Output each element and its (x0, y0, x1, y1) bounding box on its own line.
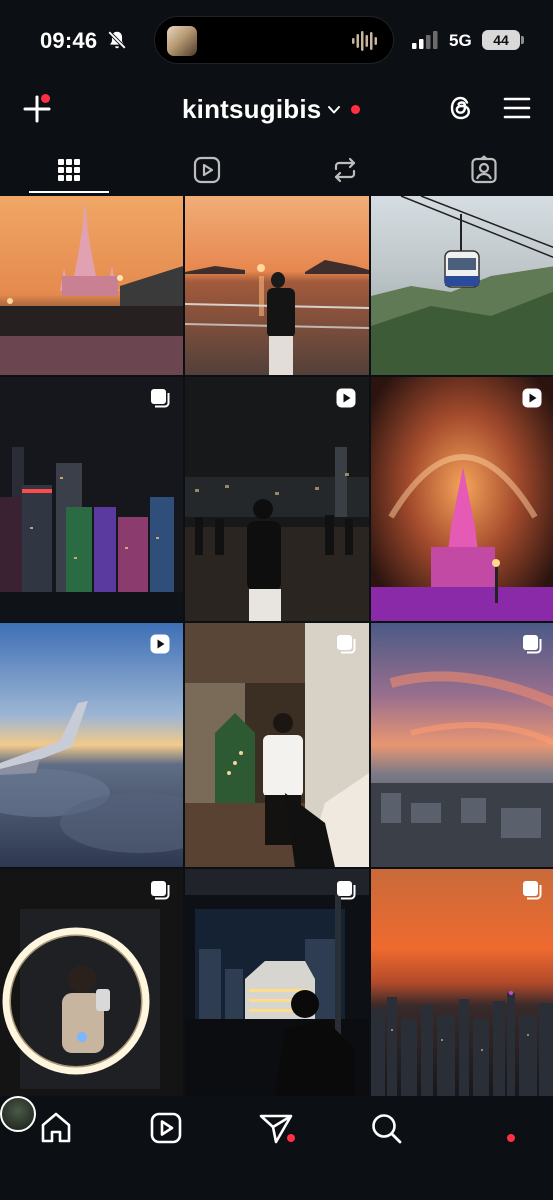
post-thumbnail[interactable] (185, 377, 369, 621)
tab-posts-grid[interactable] (29, 146, 109, 194)
hamburger-menu-icon[interactable] (503, 96, 531, 120)
carousel-icon (151, 881, 170, 900)
post-thumbnail[interactable] (185, 623, 369, 867)
post-thumbnail[interactable] (0, 869, 183, 1096)
dynamic-island[interactable] (154, 16, 394, 64)
hotel-lobby-image (185, 623, 369, 867)
bottom-navigation (0, 1096, 553, 1200)
tab-reposts[interactable] (305, 146, 385, 194)
airplane-wing-image (0, 623, 183, 867)
post-thumbnail[interactable] (0, 196, 183, 375)
messages-icon[interactable] (256, 1108, 296, 1148)
carousel-icon (523, 881, 542, 900)
carousel-icon (337, 881, 356, 900)
city-sunset-image (371, 623, 553, 867)
active-tab-indicator (29, 191, 109, 193)
status-bar: 09:46 5G 44 (0, 0, 553, 80)
battery-cap (521, 36, 524, 44)
cable-car-image (371, 196, 553, 375)
post-thumbnail[interactable] (371, 196, 553, 375)
threads-icon[interactable] (446, 93, 476, 123)
posts-grid (0, 196, 553, 1096)
grid-icon (58, 159, 80, 181)
orange-sky-skyline-image (371, 869, 553, 1096)
reel-play-icon (150, 634, 170, 654)
profile-notification-dot (507, 1134, 515, 1142)
carousel-icon (151, 389, 170, 408)
chevron-down-icon (328, 105, 341, 113)
post-thumbnail[interactable] (371, 623, 553, 867)
reels-icon[interactable] (146, 1108, 186, 1148)
profile-username: kintsugibis (182, 94, 322, 124)
audio-waveform-icon (352, 31, 377, 51)
harbor-sunset-image (185, 196, 369, 375)
profile-header: kintsugibis (0, 82, 553, 136)
reel-play-icon (522, 388, 542, 408)
profile-tabs (0, 146, 553, 196)
carousel-icon (337, 635, 356, 654)
network-type: 5G (449, 31, 472, 50)
mirror-selfie-image (0, 869, 183, 1096)
battery-level: 44 (482, 30, 520, 50)
home-icon[interactable] (36, 1108, 76, 1148)
tab-tagged[interactable] (444, 146, 524, 194)
status-time: 09:46 (40, 28, 98, 53)
post-thumbnail[interactable] (0, 623, 183, 867)
post-thumbnail[interactable] (0, 377, 183, 621)
post-thumbnail[interactable] (371, 869, 553, 1096)
castle-sunset-image (0, 196, 183, 375)
notification-dot (351, 105, 361, 114)
tab-reels[interactable] (167, 146, 247, 194)
now-playing-artwork (167, 26, 197, 56)
post-thumbnail[interactable] (185, 869, 369, 1096)
account-switcher[interactable]: kintsugibis (182, 94, 361, 125)
profile-avatar[interactable] (0, 1096, 36, 1132)
reel-play-icon (336, 388, 356, 408)
post-thumbnail[interactable] (185, 196, 369, 375)
messages-notification-dot (287, 1134, 295, 1142)
cellular-signal-icon (412, 31, 438, 49)
repost-icon (334, 157, 356, 183)
tagged-person-icon (471, 155, 497, 184)
create-notification-dot (41, 94, 50, 103)
reels-icon (193, 156, 221, 184)
city-skyline-night-image (0, 377, 183, 621)
window-night-city-image (185, 869, 369, 1096)
search-icon[interactable] (366, 1108, 406, 1148)
post-thumbnail[interactable] (371, 377, 553, 621)
waterfront-night-image (185, 377, 369, 621)
castle-fireworks-image (371, 377, 553, 621)
bell-muted-icon (107, 30, 127, 50)
carousel-icon (523, 635, 542, 654)
